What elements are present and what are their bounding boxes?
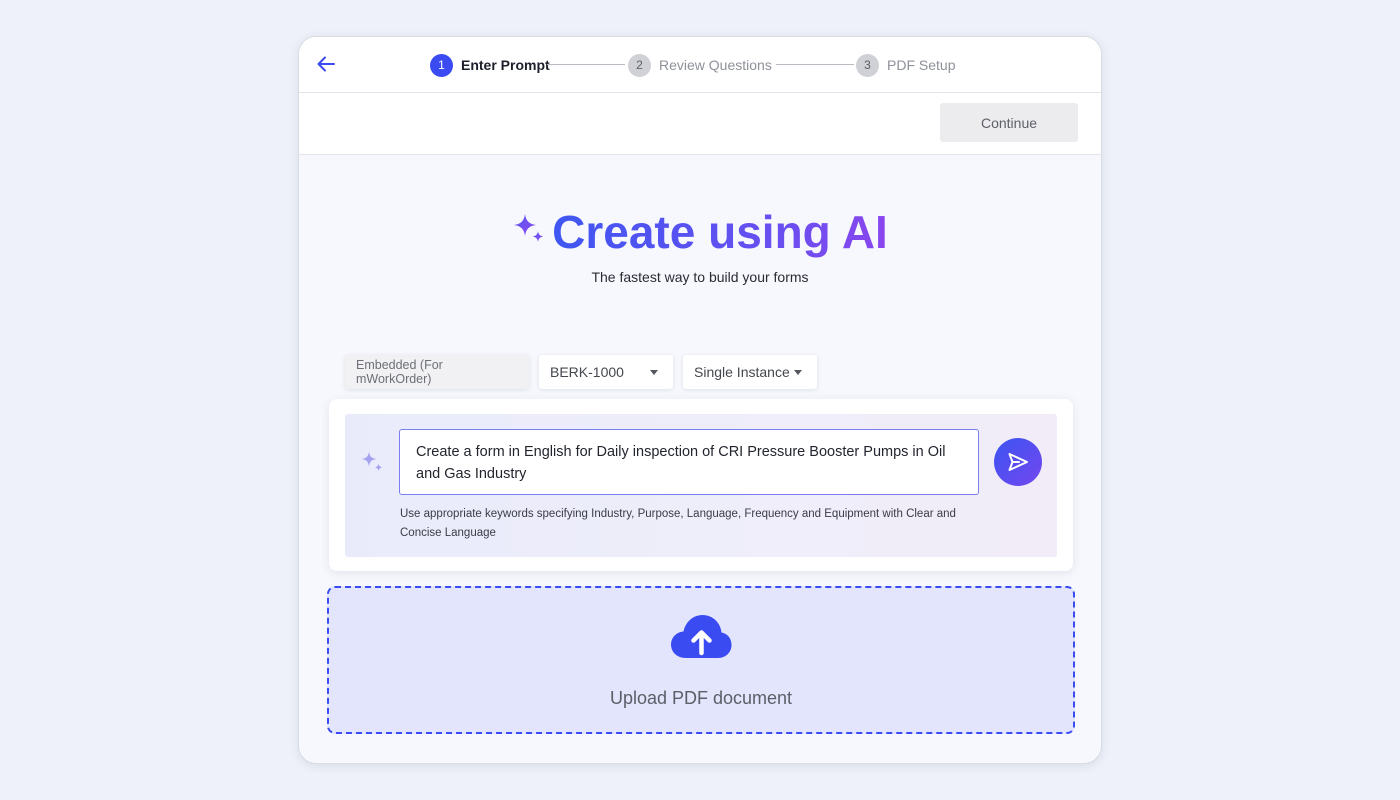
prompt-input[interactable]: Create a form in English for Daily inspe… [399,429,979,495]
create-ai-dialog: 1 Enter Prompt 2 Review Questions 3 PDF … [298,36,1102,764]
step-pdf-setup[interactable]: 3 PDF Setup [856,53,955,77]
action-bar: Continue [299,93,1101,155]
asset-select[interactable]: BERK-1000 [539,355,673,389]
stepper-bar: 1 Enter Prompt 2 Review Questions 3 PDF … [299,37,1101,93]
caret-down-icon [650,370,658,375]
step-enter-prompt[interactable]: 1 Enter Prompt [430,53,550,77]
send-button[interactable] [994,438,1042,486]
upload-label: Upload PDF document [609,688,793,708]
page-title-text: Create using AI [552,206,888,258]
instance-select[interactable]: Single Instance [683,355,817,389]
mode-badge: Embedded (For mWorkOrder) [345,355,529,389]
step-number: 2 [628,53,651,77]
step-connector [776,64,854,65]
step-number: 3 [856,53,879,77]
prompt-hint: Use appropriate keywords specifying Indu… [400,508,956,539]
step-review-questions[interactable]: 2 Review Questions [628,53,772,77]
step-label: Enter Prompt [461,57,550,73]
continue-button[interactable]: Continue [940,103,1078,142]
step-label: PDF Setup [887,57,956,73]
prompt-panel: Create a form in English for Daily inspe… [345,414,1057,557]
asset-select-value: BERK-1000 [550,364,624,380]
sparkle-icon [361,451,383,472]
instance-select-value: Single Instance [694,364,790,380]
step-number: 1 [430,53,453,77]
sparkle-icon [514,214,544,242]
upload-dropzone[interactable]: Upload PDF document [327,586,1075,734]
page-subtitle: The fastest way to build your forms [591,269,809,285]
arrow-left-icon[interactable] [315,53,337,75]
send-icon [1008,453,1028,471]
cloud-upload-icon [671,615,732,658]
page-title: Create using AI [299,205,1101,259]
step-connector [547,64,625,65]
prompt-card: Create a form in English for Daily inspe… [329,399,1073,571]
step-label: Review Questions [659,57,772,73]
caret-down-icon [794,370,802,375]
